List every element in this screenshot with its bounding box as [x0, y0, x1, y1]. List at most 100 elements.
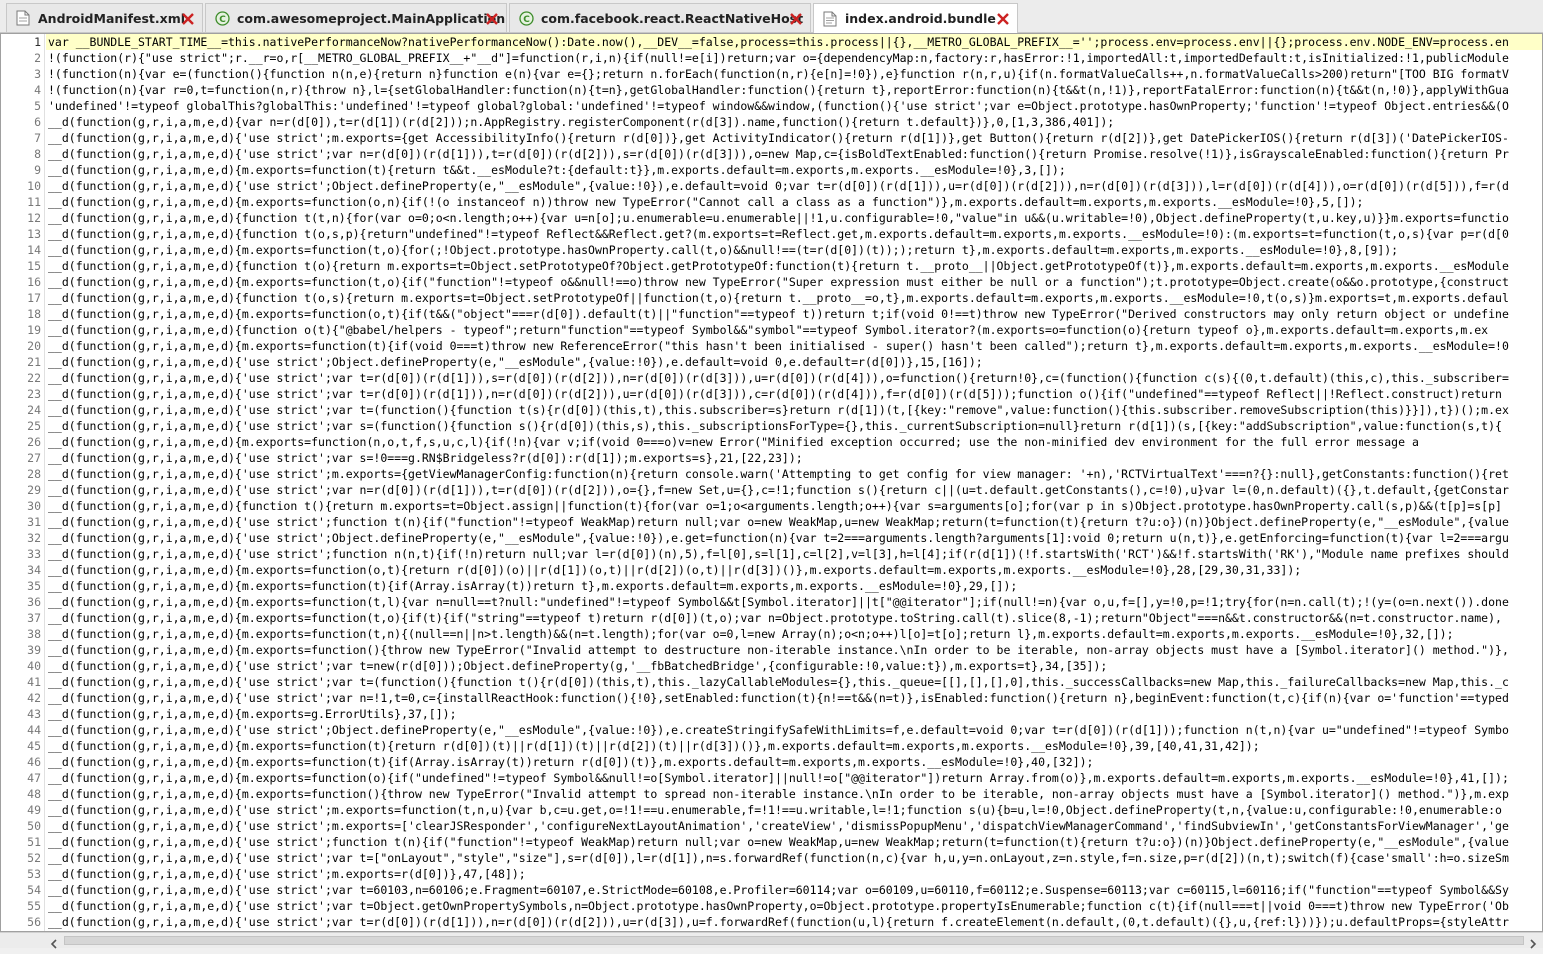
code-line[interactable]: __d(function(g,r,i,a,m,e,d){m.exports=fu… [46, 194, 1363, 210]
line-number: 9 [34, 163, 41, 177]
arrow-left-icon[interactable] [48, 935, 60, 949]
tab-index-android-bundle[interactable]: index.android.bundle [813, 3, 1018, 33]
code-line[interactable]: __d(function(g,r,i,a,m,e,d){var n=r(d[0]… [46, 114, 1114, 130]
line-number: 24 [27, 403, 41, 417]
line-number: 25 [27, 419, 41, 433]
code-line[interactable]: !(function(n){var e=(function(){function… [46, 66, 1509, 82]
code-line[interactable]: __d(function(g,r,i,a,m,e,d){'use strict'… [46, 386, 1502, 402]
code-line[interactable]: __d(function(g,r,i,a,m,e,d){'use strict'… [46, 146, 1509, 162]
code-line[interactable]: __d(function(g,r,i,a,m,e,d){'use strict'… [46, 450, 803, 466]
code-line[interactable]: __d(function(g,r,i,a,m,e,d){'use strict'… [46, 354, 983, 370]
close-icon[interactable] [995, 11, 1011, 27]
code-area[interactable]: var __BUNDLE_START_TIME__=this.nativePer… [46, 34, 1542, 931]
line-number: 42 [27, 691, 41, 705]
tab-react-native-host[interactable]: C com.facebook.react.ReactNativeHost [509, 3, 811, 32]
code-line[interactable]: __d(function(g,r,i,a,m,e,d){'use strict'… [46, 802, 1502, 818]
code-line[interactable]: !(function(n){var r=0,t=function(n,r){th… [46, 82, 1509, 98]
line-number: 15 [27, 259, 41, 273]
code-line[interactable]: __d(function(g,r,i,a,m,e,d){'use strict'… [46, 514, 1509, 530]
line-number: 13 [27, 227, 41, 241]
tab-label: com.awesomeproject.MainApplication [237, 10, 506, 26]
line-number: 47 [27, 771, 41, 785]
line-number: 31 [27, 515, 41, 529]
code-line[interactable]: __d(function(g,r,i,a,m,e,d){'use strict'… [46, 370, 1509, 386]
horizontal-scrollbar-thumb[interactable] [64, 936, 1524, 945]
code-line[interactable]: __d(function(g,r,i,a,m,e,d){'use strict'… [46, 482, 1509, 498]
xml-file-icon [15, 10, 31, 26]
code-line[interactable]: __d(function(g,r,i,a,m,e,d){'use strict'… [46, 658, 1107, 674]
code-line[interactable]: __d(function(g,r,i,a,m,e,d){m.exports=fu… [46, 274, 1509, 290]
line-number: 4 [34, 83, 41, 97]
code-line[interactable]: __d(function(g,r,i,a,m,e,d){'use strict'… [46, 690, 1509, 706]
code-line[interactable]: __d(function(g,r,i,a,m,e,d){function t(o… [46, 290, 1509, 306]
close-icon[interactable] [788, 11, 804, 27]
code-line[interactable]: __d(function(g,r,i,a,m,e,d){function t()… [46, 498, 1502, 514]
code-line[interactable]: 'undefined'!=typeof globalThis?globalThi… [46, 98, 1509, 114]
code-line[interactable]: __d(function(g,r,i,a,m,e,d){'use strict'… [46, 914, 1509, 930]
line-number: 44 [27, 723, 41, 737]
horizontal-scrollbar[interactable] [44, 932, 1543, 949]
line-number: 41 [27, 675, 41, 689]
code-line[interactable]: __d(function(g,r,i,a,m,e,d){function t(o… [46, 258, 1509, 274]
code-line[interactable]: __d(function(g,r,i,a,m,e,d){m.exports=fu… [46, 162, 1066, 178]
line-number: 20 [27, 339, 41, 353]
code-line[interactable]: __d(function(g,r,i,a,m,e,d){m.exports=fu… [46, 642, 1509, 658]
line-number: 8 [34, 147, 41, 161]
code-line[interactable]: __d(function(g,r,i,a,m,e,d){m.exports=fu… [46, 610, 1502, 626]
code-line[interactable]: __d(function(g,r,i,a,m,e,d){'use strict'… [46, 530, 1509, 546]
line-number: 28 [27, 467, 41, 481]
close-icon[interactable] [180, 11, 196, 27]
line-number: 26 [27, 435, 41, 449]
code-line[interactable]: __d(function(g,r,i,a,m,e,d){'use strict'… [46, 178, 1509, 194]
code-line[interactable]: __d(function(g,r,i,a,m,e,d){m.exports=fu… [46, 562, 1301, 578]
code-line[interactable]: __d(function(g,r,i,a,m,e,d){function o(t… [46, 322, 1488, 338]
code-line[interactable]: __d(function(g,r,i,a,m,e,d){m.exports=fu… [46, 754, 1093, 770]
code-line[interactable]: __d(function(g,r,i,a,m,e,d){'use strict'… [46, 882, 1509, 898]
scrollbar-corner [0, 932, 44, 948]
code-line[interactable]: __d(function(g,r,i,a,m,e,d){'use strict'… [46, 418, 1502, 434]
code-line[interactable]: __d(function(g,r,i,a,m,e,d){m.exports=fu… [46, 434, 1419, 450]
tab-android-manifest[interactable]: AndroidManifest.xml [6, 3, 203, 32]
code-line[interactable]: __d(function(g,r,i,a,m,e,d){'use strict'… [46, 130, 1509, 146]
line-number: 37 [27, 611, 41, 625]
code-line[interactable]: __d(function(g,r,i,a,m,e,d){m.exports=g.… [46, 706, 457, 722]
line-number: 33 [27, 547, 41, 561]
code-line[interactable]: __d(function(g,r,i,a,m,e,d){'use strict'… [46, 402, 1509, 418]
line-number: 39 [27, 643, 41, 657]
code-line[interactable]: __d(function(g,r,i,a,m,e,d){m.exports=fu… [46, 626, 1454, 642]
line-number: 34 [27, 563, 41, 577]
line-number: 18 [27, 307, 41, 321]
line-number: 49 [27, 803, 41, 817]
code-line[interactable]: __d(function(g,r,i,a,m,e,d){'use strict'… [46, 722, 1509, 738]
code-line[interactable]: __d(function(g,r,i,a,m,e,d){m.exports=fu… [46, 594, 1509, 610]
code-line[interactable]: __d(function(g,r,i,a,m,e,d){m.exports=fu… [46, 786, 1509, 802]
code-line[interactable]: var __BUNDLE_START_TIME__=this.nativePer… [46, 34, 1542, 50]
line-number: 45 [27, 739, 41, 753]
line-number: 10 [27, 179, 41, 193]
java-class-icon: C [214, 10, 230, 26]
java-class-icon: C [518, 10, 534, 26]
code-line[interactable]: __d(function(g,r,i,a,m,e,d){'use strict'… [46, 466, 1509, 482]
line-number: 2 [34, 51, 41, 65]
code-line[interactable]: !(function(r){"use strict";r.__r=o,r[__M… [46, 50, 1509, 66]
code-line[interactable]: __d(function(g,r,i,a,m,e,d){m.exports=fu… [46, 770, 1509, 786]
code-line[interactable]: __d(function(g,r,i,a,m,e,d){'use strict'… [46, 818, 1509, 834]
code-line[interactable]: __d(function(g,r,i,a,m,e,d){function t(o… [46, 226, 1509, 242]
code-line[interactable]: __d(function(g,r,i,a,m,e,d){m.exports=fu… [46, 738, 1260, 754]
arrow-right-icon[interactable] [1527, 935, 1539, 949]
close-icon[interactable] [484, 11, 500, 27]
code-editor[interactable]: 1 2 3 4 5 6 7 8 9 10 11 12 13 14 15 16 17 18 19 20 21 22 23 24 2… [0, 33, 1543, 932]
line-number: 14 [27, 243, 41, 257]
code-line[interactable]: __d(function(g,r,i,a,m,e,d){'use strict'… [46, 674, 1509, 690]
code-line[interactable]: __d(function(g,r,i,a,m,e,d){m.exports=fu… [46, 338, 1509, 354]
code-line[interactable]: __d(function(g,r,i,a,m,e,d){'use strict'… [46, 546, 1509, 562]
code-line[interactable]: __d(function(g,r,i,a,m,e,d){m.exports=fu… [46, 306, 1509, 322]
code-line[interactable]: __d(function(g,r,i,a,m,e,d){'use strict'… [46, 850, 1509, 866]
code-line[interactable]: __d(function(g,r,i,a,m,e,d){'use strict'… [46, 866, 526, 882]
code-line[interactable]: __d(function(g,r,i,a,m,e,d){'use strict'… [46, 834, 1509, 850]
code-line[interactable]: __d(function(g,r,i,a,m,e,d){function t(t… [46, 210, 1509, 226]
code-line[interactable]: __d(function(g,r,i,a,m,e,d){'use strict'… [46, 898, 1509, 914]
tab-main-application[interactable]: C com.awesomeproject.MainApplication [205, 3, 507, 32]
code-line[interactable]: __d(function(g,r,i,a,m,e,d){m.exports=fu… [46, 578, 1017, 594]
code-line[interactable]: __d(function(g,r,i,a,m,e,d){m.exports=fu… [46, 242, 1398, 258]
